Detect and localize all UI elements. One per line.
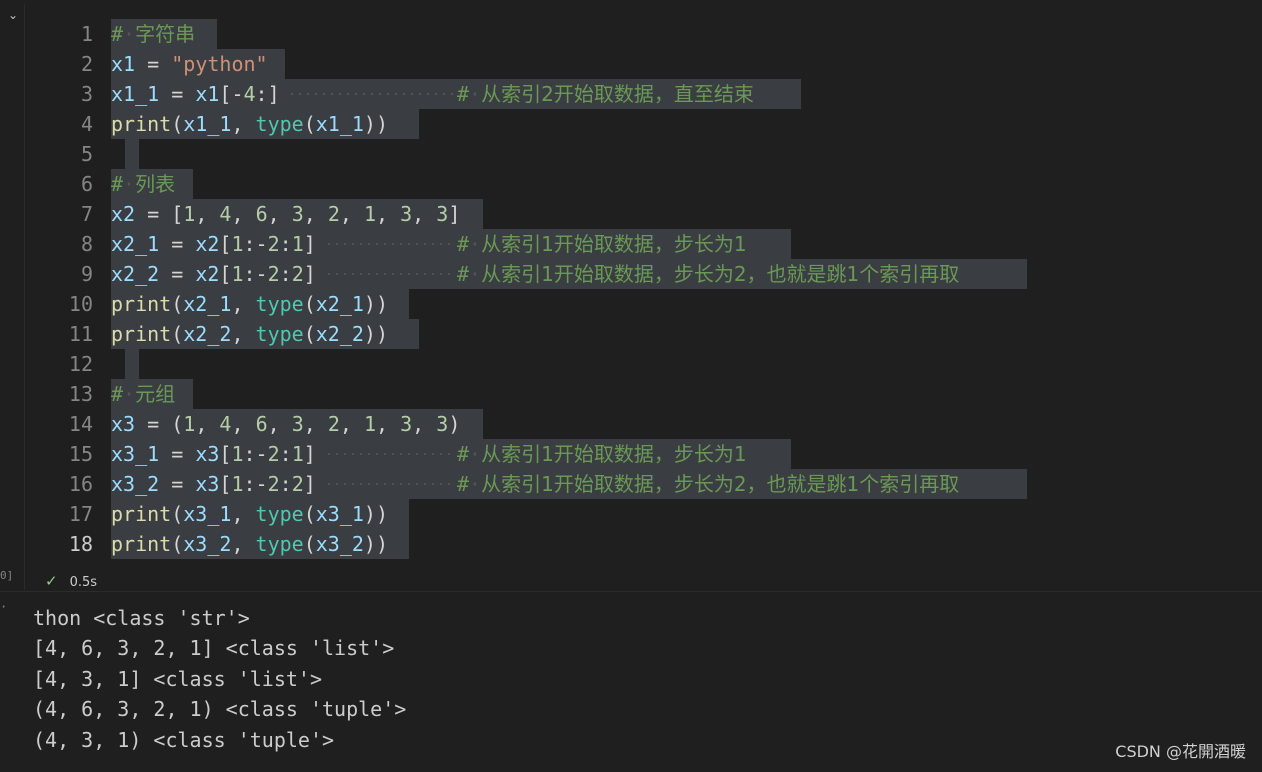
code-line[interactable]: 9 x2_2 = x2[1:-2:2] #·从索引1开始取数据，步长为2，也就是跳1… xyxy=(25,259,1262,289)
code-content: x1 = "python" xyxy=(111,49,285,79)
line-number: 14 xyxy=(68,412,93,436)
cell-output[interactable]: · thon <class 'str'> [4, 6, 3, 2, 1] <cl… xyxy=(0,591,1262,772)
output-line: [4, 6, 3, 2, 1] <class 'list'> xyxy=(33,636,395,660)
code-line[interactable]: 2 x1 = "python" xyxy=(25,49,1262,79)
output-marker: · xyxy=(0,600,8,614)
output-line: [4, 3, 1] <class 'list'> xyxy=(33,667,322,691)
code-content: print(x1_1, type(x1_1)) xyxy=(111,109,419,139)
execution-duration: 0.5s xyxy=(69,575,98,590)
code-content: print(x3_2, type(x3_2)) xyxy=(111,529,409,559)
code-line[interactable]: 7 x2 = [1, 4, 6, 3, 2, 1, 3, 3] xyxy=(25,199,1262,229)
line-number: 15 xyxy=(68,442,93,466)
cell-gutter: ⌄ 0] xyxy=(0,0,24,590)
selection-highlight xyxy=(125,139,139,169)
line-number: 10 xyxy=(68,292,93,316)
line-number: 8 xyxy=(80,232,93,256)
code-line[interactable]: 4 print(x1_1, type(x1_1)) xyxy=(25,109,1262,139)
selection-highlight xyxy=(125,349,139,379)
code-content: x2_2 = x2[1:-2:2] #·从索引1开始取数据，步长为2，也就是跳1个… xyxy=(111,259,1027,289)
line-number: 18 xyxy=(68,532,93,556)
code-content: #·元组 xyxy=(111,379,193,409)
code-content: print(x2_1, type(x2_1)) xyxy=(111,289,409,319)
code-line[interactable]: 5 xyxy=(25,139,1262,169)
code-content: #·列表 xyxy=(111,169,193,199)
code-cell[interactable]: 1 #·字符串 2 x1 = "python" 3 x1_1 = x1[-4:] #·从索引… xyxy=(24,4,1262,590)
code-content: x2 = [1, 4, 6, 3, 2, 1, 3, 3] xyxy=(111,199,483,229)
line-number: 12 xyxy=(68,352,93,376)
watermark: CSDN @花開酒暖 xyxy=(1115,742,1246,761)
code-content: x2_1 = x2[1:-2:1] #·从索引1开始取数据，步长为1 xyxy=(111,229,791,259)
code-line[interactable]: 3 x1_1 = x1[-4:] #·从索引2开始取数据，直至结束 xyxy=(25,79,1262,109)
line-number: 13 xyxy=(68,382,93,406)
code-line[interactable]: 15 x3_1 = x3[1:-2:1] #·从索引1开始取数据，步长为1 xyxy=(25,439,1262,469)
line-number: 6 xyxy=(80,172,93,196)
code-content: x3 = (1, 4, 6, 3, 2, 1, 3, 3) xyxy=(111,409,483,439)
output-line: (4, 6, 3, 2, 1) <class 'tuple'> xyxy=(33,697,407,721)
code-line[interactable]: 1 #·字符串 xyxy=(25,19,1262,49)
code-line[interactable]: 11 print(x2_2, type(x2_2)) xyxy=(25,319,1262,349)
line-number: 17 xyxy=(68,502,93,526)
code-line[interactable]: 16 x3_2 = x3[1:-2:2] #·从索引1开始取数据，步长为2，也就是跳… xyxy=(25,469,1262,499)
line-number: 11 xyxy=(68,322,93,346)
code-line[interactable]: 8 x2_1 = x2[1:-2:1] #·从索引1开始取数据，步长为1 xyxy=(25,229,1262,259)
code-line[interactable]: 18 print(x3_2, type(x3_2)) xyxy=(25,529,1262,559)
output-line: thon <class 'str'> xyxy=(33,606,250,630)
code-content: print(x2_2, type(x2_2)) xyxy=(111,319,419,349)
code-line[interactable]: 12 xyxy=(25,349,1262,379)
line-number: 5 xyxy=(80,142,93,166)
code-content: #·字符串 xyxy=(111,19,217,49)
line-number: 2 xyxy=(80,52,93,76)
code-editor[interactable]: 1 #·字符串 2 x1 = "python" 3 x1_1 = x1[-4:] #·从索引… xyxy=(25,19,1262,559)
output-line: (4, 3, 1) <class 'tuple'> xyxy=(33,728,335,752)
code-line[interactable]: 10 print(x2_1, type(x2_1)) xyxy=(25,289,1262,319)
check-icon: ✓ xyxy=(45,572,58,590)
line-number: 16 xyxy=(68,472,93,496)
line-number: 7 xyxy=(80,202,93,226)
line-number: 1 xyxy=(80,22,93,46)
line-number: 9 xyxy=(80,262,93,286)
code-content: x3_1 = x3[1:-2:1] #·从索引1开始取数据，步长为1 xyxy=(111,439,791,469)
line-number: 3 xyxy=(80,82,93,106)
execution-count: 0] xyxy=(0,569,14,582)
code-content: print(x3_1, type(x3_1)) xyxy=(111,499,409,529)
code-line[interactable]: 14 x3 = (1, 4, 6, 3, 2, 1, 3, 3) xyxy=(25,409,1262,439)
code-content: x3_2 = x3[1:-2:2] #·从索引1开始取数据，步长为2，也就是跳1个… xyxy=(111,469,1027,499)
code-content: x1_1 = x1[-4:] #·从索引2开始取数据，直至结束 xyxy=(111,79,801,109)
code-line[interactable]: 17 print(x3_1, type(x3_1)) xyxy=(25,499,1262,529)
cell-status: ✓ 0.5s xyxy=(45,570,97,592)
code-line[interactable]: 13 #·元组 xyxy=(25,379,1262,409)
line-number: 4 xyxy=(80,112,93,136)
chevron-down-icon[interactable]: ⌄ xyxy=(6,8,20,22)
code-line[interactable]: 6 #·列表 xyxy=(25,169,1262,199)
